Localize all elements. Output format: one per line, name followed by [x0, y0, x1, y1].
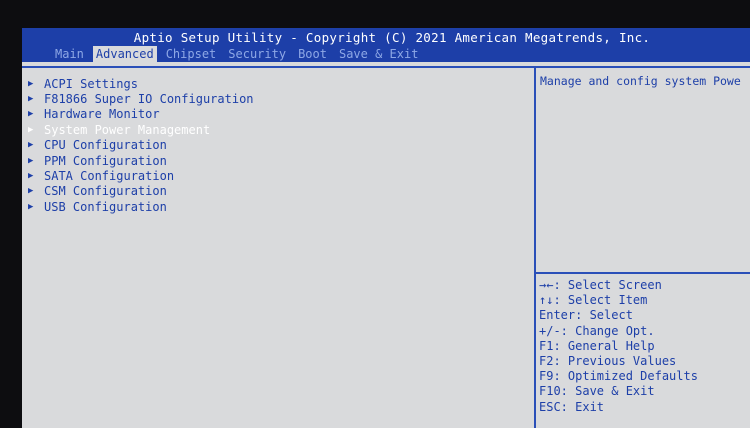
tab-advanced[interactable]: Advanced — [92, 46, 157, 62]
menu-item-label: SATA Configuration — [44, 169, 175, 184]
menu-item-csm-configuration[interactable]: ▶ CSM Configuration — [28, 184, 254, 199]
menu-item-label: CPU Configuration — [44, 138, 167, 153]
menu-item-cpu-configuration[interactable]: ▶ CPU Configuration — [28, 138, 254, 153]
advanced-menu: ▶ ACPI Settings ▶ F81866 Super IO Config… — [28, 76, 254, 215]
triangle-right-icon: ▶ — [28, 124, 34, 135]
header-bar: Aptio Setup Utility - Copyright (C) 2021… — [22, 28, 750, 62]
menu-item-label: F81866 Super IO Configuration — [44, 92, 254, 107]
key-legend: →←: Select Screen ↑↓: Select Item Enter:… — [539, 278, 698, 415]
key-hint-change-opt: +/-: Change Opt. — [539, 323, 655, 338]
main-panel: ▶ ACPI Settings ▶ F81866 Super IO Config… — [22, 66, 536, 428]
help-divider — [536, 272, 750, 274]
menu-item-label: Hardware Monitor — [44, 107, 160, 122]
key-hint-exit: ESC: Exit — [539, 399, 605, 414]
key-hint-previous-values: F2: Previous Values — [539, 353, 677, 368]
key-hint-general-help: F1: General Help — [539, 338, 655, 353]
tab-bar: Main Advanced Chipset Security Boot Save… — [52, 46, 427, 62]
menu-item-super-io-configuration[interactable]: ▶ F81866 Super IO Configuration — [28, 91, 254, 106]
menu-item-sata-configuration[interactable]: ▶ SATA Configuration — [28, 168, 254, 183]
triangle-right-icon: ▶ — [28, 78, 34, 89]
tab-save-exit[interactable]: Save & Exit — [336, 46, 421, 62]
menu-item-system-power-management[interactable]: ▶ System Power Management — [28, 122, 254, 137]
triangle-right-icon: ▶ — [28, 94, 34, 105]
tab-main[interactable]: Main — [52, 46, 87, 62]
utility-title: Aptio Setup Utility - Copyright (C) 2021… — [133, 30, 651, 45]
menu-item-usb-configuration[interactable]: ▶ USB Configuration — [28, 199, 254, 214]
bios-screen: Aptio Setup Utility - Copyright (C) 2021… — [22, 28, 750, 428]
key-hint-save-exit: F10: Save & Exit — [539, 384, 655, 399]
triangle-right-icon: ▶ — [28, 201, 34, 212]
triangle-right-icon: ▶ — [28, 186, 34, 197]
triangle-right-icon: ▶ — [28, 109, 34, 120]
menu-item-label: System Power Management — [44, 122, 211, 137]
triangle-right-icon: ▶ — [28, 155, 34, 166]
key-hint-select-item: ↑↓: Select Item — [539, 293, 648, 308]
key-hint-enter: Enter: Select — [539, 308, 633, 323]
tab-boot[interactable]: Boot — [295, 46, 330, 62]
key-hint-select-screen: →←: Select Screen — [539, 278, 662, 292]
key-hint-optimized-defaults: F9: Optimized Defaults — [539, 369, 698, 384]
menu-item-label: PPM Configuration — [44, 153, 167, 168]
tab-chipset[interactable]: Chipset — [163, 46, 220, 62]
tab-security[interactable]: Security — [225, 46, 289, 62]
help-description: Manage and config system Powe — [540, 74, 741, 88]
menu-item-ppm-configuration[interactable]: ▶ PPM Configuration — [28, 153, 254, 168]
help-panel: Manage and config system Powe →←: Select… — [536, 66, 750, 428]
menu-item-label: USB Configuration — [44, 199, 167, 214]
menu-item-label: CSM Configuration — [44, 184, 167, 199]
menu-item-acpi-settings[interactable]: ▶ ACPI Settings — [28, 76, 254, 91]
menu-item-label: ACPI Settings — [44, 76, 138, 91]
triangle-right-icon: ▶ — [28, 171, 34, 182]
triangle-right-icon: ▶ — [28, 140, 34, 151]
menu-item-hardware-monitor[interactable]: ▶ Hardware Monitor — [28, 107, 254, 122]
